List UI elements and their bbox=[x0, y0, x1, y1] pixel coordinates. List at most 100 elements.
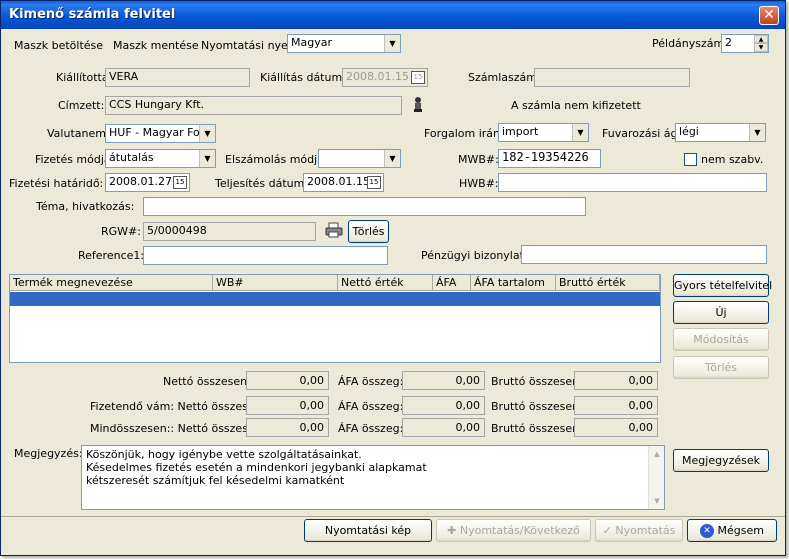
duty-vat-label: ÁFA összeg: bbox=[338, 400, 404, 413]
hwb-label: HWB#: bbox=[459, 177, 499, 190]
print-button[interactable]: ✓ Nyomtatás bbox=[595, 519, 683, 542]
person-lookup-icon[interactable] bbox=[412, 96, 424, 113]
column-header-vat[interactable]: ÁFA bbox=[433, 275, 471, 291]
transport-label: Fuvarozási ág: bbox=[602, 127, 682, 140]
notes-textarea[interactable]: Köszönjük, hogy igénybe vette szolgáltat… bbox=[81, 445, 665, 510]
new-button[interactable]: Új bbox=[673, 301, 769, 324]
column-header-product[interactable]: Termék megnevezése bbox=[10, 275, 213, 291]
chevron-down-icon[interactable]: ▼ bbox=[199, 150, 215, 167]
column-header-vat-content[interactable]: ÁFA tartalom bbox=[471, 275, 556, 291]
reference-field[interactable] bbox=[143, 246, 388, 265]
traffic-direction-value: import bbox=[502, 125, 539, 138]
settlement-select[interactable]: ▼ bbox=[318, 149, 401, 168]
settlement-label: Elszámolás módja: bbox=[225, 153, 328, 166]
rgw-delete-button[interactable]: Törlés bbox=[348, 220, 389, 243]
print-label: Nyomtatás bbox=[615, 524, 676, 537]
mwb-label: MWB#: bbox=[458, 153, 499, 166]
rgw-field: 5/0000498 bbox=[143, 222, 316, 241]
non-standard-label: nem szabv. bbox=[701, 153, 764, 166]
notes-line-1: Köszönjük, hogy igénybe vette szolgáltat… bbox=[86, 448, 362, 461]
window-title: Kimenő számla felvitel bbox=[9, 7, 176, 22]
currency-select[interactable]: HUF - Magyar Forint ▼ bbox=[105, 124, 216, 143]
non-standard-checkbox[interactable] bbox=[684, 153, 697, 166]
column-header-wb[interactable]: WB# bbox=[213, 275, 338, 291]
net-total-value: 0,00 bbox=[246, 371, 329, 390]
invoice-number-field bbox=[534, 68, 690, 87]
items-table[interactable]: Termék megnevezése WB# Nettó érték ÁFA Á… bbox=[9, 274, 661, 363]
print-language-select[interactable]: Magyar ▼ bbox=[287, 34, 401, 53]
financial-document-field[interactable] bbox=[521, 245, 767, 264]
vat-amount-value: 0,00 bbox=[402, 371, 485, 390]
notes-scrollbar[interactable]: ▲ ▼ bbox=[648, 446, 664, 509]
spin-down-icon[interactable]: ▼ bbox=[754, 43, 768, 52]
mwb-field[interactable]: 182-19354226 bbox=[498, 149, 601, 168]
title-bar[interactable]: Kimenő számla felvitel ✕ bbox=[1, 1, 785, 29]
table-row-selected[interactable] bbox=[10, 292, 660, 306]
scroll-up-icon[interactable]: ▲ bbox=[650, 447, 664, 461]
calendar-icon[interactable]: 15 bbox=[367, 176, 381, 189]
close-icon: ✕ bbox=[763, 7, 775, 23]
payment-method-select[interactable]: átutalás ▼ bbox=[105, 149, 216, 168]
subject-field[interactable] bbox=[143, 197, 586, 216]
quick-entry-button[interactable]: Gyors tételfelvitel bbox=[673, 274, 772, 297]
cancel-button[interactable]: ✕ Mégsem bbox=[687, 519, 777, 542]
recipient-field: CCS Hungary Kft. bbox=[105, 96, 402, 115]
close-button[interactable]: ✕ bbox=[759, 6, 779, 25]
transport-select[interactable]: légi ▼ bbox=[675, 123, 766, 142]
calendar-icon: 15 bbox=[411, 71, 425, 84]
traffic-direction-label: Forgalom irány: bbox=[424, 127, 510, 140]
column-header-net[interactable]: Nettó érték bbox=[338, 275, 433, 291]
performance-date-field[interactable]: 2008.01.15 15 bbox=[303, 173, 384, 192]
scroll-down-icon[interactable]: ▼ bbox=[650, 494, 664, 508]
spin-up-icon[interactable]: ▲ bbox=[754, 35, 768, 43]
chevron-down-icon[interactable]: ▼ bbox=[749, 124, 765, 141]
rgw-label: RGW#: bbox=[101, 225, 141, 238]
due-date-value: 2008.01.27 bbox=[109, 175, 172, 188]
load-mask-button[interactable]: Maszk betöltése bbox=[14, 39, 103, 52]
delete-item-button[interactable]: Törlés bbox=[673, 356, 769, 379]
payment-method-label: Fizetés módja: bbox=[35, 153, 115, 166]
issuer-field: VERA bbox=[105, 68, 250, 87]
traffic-direction-select[interactable]: import ▼ bbox=[498, 123, 589, 142]
duty-gross-label: Bruttó összesen: bbox=[491, 400, 583, 413]
copies-value: 2 bbox=[725, 36, 732, 49]
grand-net-value: 0,00 bbox=[246, 418, 329, 437]
copies-spinner[interactable]: 2 ▲ ▼ bbox=[721, 34, 769, 53]
currency-label: Valutanem: bbox=[47, 127, 110, 140]
copies-label: Példányszám: bbox=[652, 37, 728, 50]
grand-vat-value: 0,00 bbox=[402, 418, 485, 437]
print-next-button[interactable]: ✚ Nyomtatás/Következő bbox=[436, 519, 591, 542]
duty-net-value: 0,00 bbox=[246, 396, 329, 415]
chevron-down-icon[interactable]: ▼ bbox=[384, 35, 400, 52]
vat-amount-label: ÁFA összeg: bbox=[338, 375, 404, 388]
issue-date-value: 2008.01.15 bbox=[346, 70, 409, 83]
due-date-field[interactable]: 2008.01.27 15 bbox=[105, 173, 190, 192]
grand-net-label: Mindösszesen:: Nettó összesen: bbox=[90, 422, 266, 435]
print-preview-button[interactable]: Nyomtatási kép bbox=[304, 519, 432, 542]
transport-value: légi bbox=[679, 125, 699, 138]
chevron-down-icon[interactable]: ▼ bbox=[572, 124, 588, 141]
check-icon: ✓ bbox=[602, 524, 616, 537]
column-header-gross[interactable]: Bruttó érték bbox=[556, 275, 660, 291]
print-next-label: Nyomtatás/Következő bbox=[459, 524, 580, 537]
grand-gross-label: Bruttó összesen: bbox=[491, 422, 583, 435]
gross-total-label: Bruttó összesen: bbox=[491, 375, 583, 388]
save-mask-button[interactable]: Maszk mentése bbox=[113, 39, 199, 52]
invoice-number-label: Számlaszám: bbox=[468, 71, 541, 84]
modify-button[interactable]: Módosítás bbox=[673, 328, 769, 351]
performance-date-label: Teljesítés dátuma: bbox=[215, 177, 315, 190]
printer-icon[interactable] bbox=[325, 222, 343, 238]
duty-gross-value: 0,00 bbox=[574, 396, 658, 415]
recipient-label: Címzett: bbox=[58, 99, 105, 112]
separator bbox=[1, 516, 785, 517]
chevron-down-icon[interactable]: ▼ bbox=[199, 125, 215, 142]
due-date-label: Fizetési határidő: bbox=[9, 177, 104, 190]
notes-button[interactable]: Megjegyzések bbox=[673, 449, 769, 472]
hwb-field[interactable] bbox=[498, 173, 767, 192]
calendar-icon[interactable]: 15 bbox=[173, 176, 187, 189]
chevron-down-icon[interactable]: ▼ bbox=[384, 150, 400, 167]
plus-icon: ✚ bbox=[447, 524, 460, 537]
grand-vat-label: ÁFA összeg: bbox=[338, 422, 404, 435]
issuer-label: Kiállította: bbox=[56, 71, 113, 84]
reference-label: Reference1: bbox=[78, 249, 145, 262]
